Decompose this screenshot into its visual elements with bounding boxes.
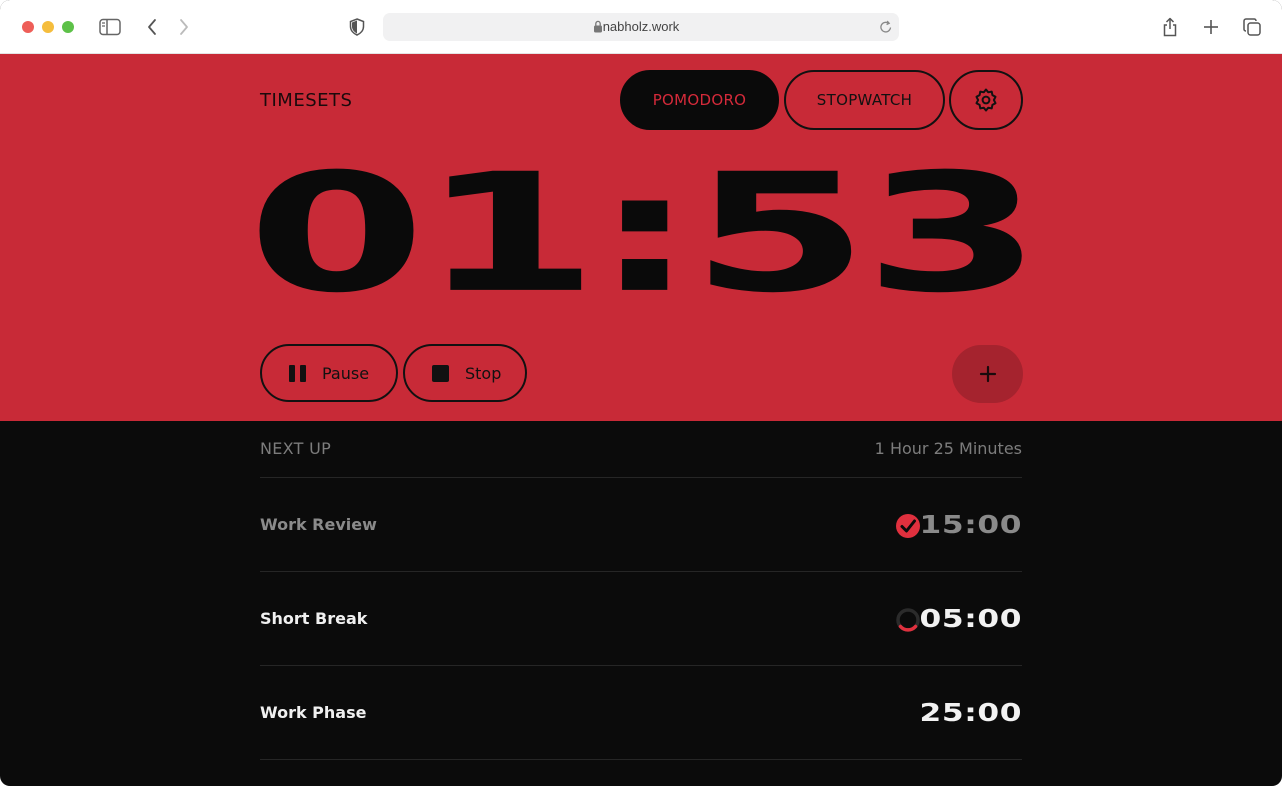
list-item[interactable]: Work Review 15:00 (260, 478, 1022, 572)
browser-toolbar: nabholz.work (0, 0, 1282, 54)
url-text: nabholz.work (602, 19, 680, 34)
app-logo[interactable]: TIMESETS (260, 90, 352, 111)
list-title: NEXT UP (260, 439, 332, 458)
total-duration: 1 Hour 25 Minutes (874, 439, 1022, 458)
countdown-display: 01:53 (247, 138, 1042, 329)
tab-pomodoro[interactable]: POMODORO (620, 70, 779, 130)
sidebar-toggle-icon[interactable] (98, 15, 122, 39)
share-icon[interactable] (1158, 15, 1182, 39)
stop-label: Stop (465, 363, 502, 383)
item-duration: 05:00 (919, 604, 1022, 633)
stop-icon (431, 364, 449, 382)
address-bar[interactable]: nabholz.work (383, 13, 899, 41)
plus-icon (979, 365, 996, 383)
tab-stopwatch[interactable]: STOPWATCH (784, 70, 945, 130)
item-duration: 15:00 (919, 510, 1022, 539)
item-label: Work Phase (260, 703, 367, 722)
maximize-window-button[interactable] (62, 21, 74, 33)
timer-panel: TIMESETS POMODORO STOPWATCH 01:53 Pause … (0, 54, 1282, 421)
new-tab-icon[interactable] (1199, 15, 1223, 39)
add-timer-button[interactable] (952, 345, 1023, 403)
back-icon[interactable] (140, 15, 164, 39)
forward-icon[interactable] (172, 15, 196, 39)
check-circle-icon (896, 514, 920, 538)
browser-window: nabholz.work TIMESETS POMODORO STOPWATCH… (0, 0, 1282, 786)
list-item[interactable]: Short Break 05:00 (260, 572, 1022, 666)
stop-button[interactable]: Stop (403, 344, 527, 402)
item-duration: 25:00 (919, 698, 1022, 727)
minimize-window-button[interactable] (42, 21, 54, 33)
pause-label: Pause (322, 363, 370, 383)
pause-icon (288, 364, 306, 382)
list-item[interactable]: Work Phase 25:00 (260, 666, 1022, 760)
gear-icon (975, 88, 997, 112)
reload-icon[interactable] (879, 19, 893, 35)
progress-ring-icon (896, 608, 920, 632)
settings-button[interactable] (949, 70, 1023, 130)
next-up-list: NEXT UP 1 Hour 25 Minutes Work Review 15… (260, 421, 1022, 760)
pause-button[interactable]: Pause (260, 344, 398, 402)
list-header: NEXT UP 1 Hour 25 Minutes (260, 421, 1022, 478)
item-label: Work Review (260, 515, 377, 534)
close-window-button[interactable] (22, 21, 34, 33)
privacy-shield-icon[interactable] (345, 15, 369, 39)
tab-overview-icon[interactable] (1240, 15, 1264, 39)
item-label: Short Break (260, 609, 368, 628)
